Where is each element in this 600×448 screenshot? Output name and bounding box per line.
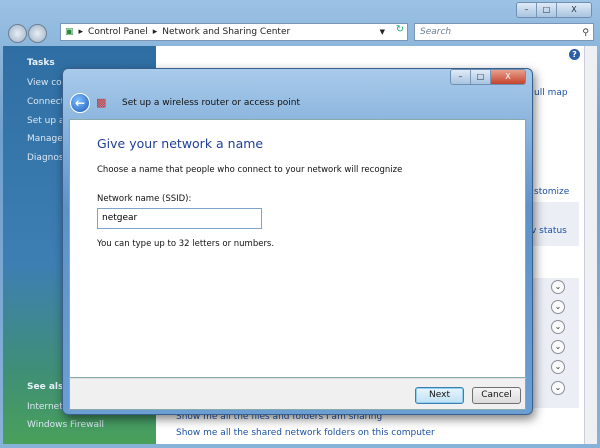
task-link[interactable]: Set up a	[27, 116, 64, 126]
search-placeholder: Search	[420, 27, 452, 37]
breadcrumb-control-panel[interactable]: Control Panel	[88, 27, 148, 37]
breadcrumb-network-center[interactable]: Network and Sharing Center	[162, 27, 290, 37]
ssid-input[interactable]: netgear	[97, 208, 262, 229]
back-arrow-icon[interactable]: ←	[70, 93, 90, 113]
dialog-minimize-button[interactable]: –	[451, 70, 471, 84]
forward-button[interactable]	[28, 24, 47, 43]
description: Choose a name that people who connect to…	[97, 165, 403, 175]
wizard-dialog: – □ X ← ▩ Set up a wireless router or ac…	[62, 68, 533, 415]
chevron-right-icon: ▸	[152, 27, 158, 37]
customize-link[interactable]: stomize	[534, 187, 569, 197]
dropdown-arrow-icon[interactable]: ▼	[380, 28, 385, 36]
network-icon: ▣	[65, 27, 74, 37]
address-bar[interactable]: ▣ ▸ Control Panel ▸ Network and Sharing …	[60, 23, 408, 41]
view-status-link[interactable]: v status	[531, 226, 567, 236]
dialog-close-button[interactable]: X	[491, 70, 525, 84]
view-full-map-link[interactable]: ull map	[534, 88, 568, 98]
shared-folders-link[interactable]: Show me all the shared network folders o…	[176, 428, 435, 438]
expand-button[interactable]: ⌄	[551, 300, 565, 314]
expand-button[interactable]: ⌄	[551, 360, 565, 374]
task-link[interactable]: Connect	[27, 97, 64, 107]
search-input[interactable]: Search ⚲	[414, 23, 594, 41]
dialog-footer: Next Cancel	[69, 378, 526, 410]
cancel-button[interactable]: Cancel	[472, 387, 521, 404]
dialog-window-controls: – □ X	[450, 69, 526, 85]
vertical-scrollbar[interactable]	[584, 46, 597, 444]
dialog-body: Give your network a name Choose a name t…	[69, 119, 526, 378]
minimize-button[interactable]: –	[517, 3, 537, 17]
dialog-title: Set up a wireless router or access point	[122, 98, 301, 108]
dialog-maximize-button[interactable]: □	[471, 70, 491, 84]
tasks-heading: Tasks	[27, 58, 55, 68]
expand-button[interactable]: ⌄	[551, 381, 565, 395]
expand-button[interactable]: ⌄	[551, 340, 565, 354]
ssid-hint: You can type up to 32 letters or numbers…	[97, 239, 275, 249]
back-button[interactable]	[8, 24, 27, 43]
refresh-icon[interactable]: ↻	[392, 24, 408, 40]
search-icon[interactable]: ⚲	[582, 25, 589, 41]
expand-button[interactable]: ⌄	[551, 320, 565, 334]
status-band	[526, 202, 579, 246]
ssid-label: Network name (SSID):	[97, 194, 192, 204]
chevron-right-icon: ▸	[78, 27, 84, 37]
see-also-link[interactable]: Windows Firewall	[27, 420, 104, 430]
see-also-link[interactable]: Internet	[27, 402, 63, 412]
next-button[interactable]: Next	[415, 387, 464, 404]
help-icon[interactable]: ?	[569, 49, 580, 60]
page-heading: Give your network a name	[97, 136, 264, 151]
expand-button[interactable]: ⌄	[551, 280, 565, 294]
maximize-button[interactable]: □	[537, 3, 557, 17]
task-link[interactable]: Manage	[27, 134, 63, 144]
router-icon: ▩	[96, 96, 107, 109]
close-button[interactable]: X	[557, 3, 591, 17]
window-controls: – □ X	[516, 2, 592, 18]
